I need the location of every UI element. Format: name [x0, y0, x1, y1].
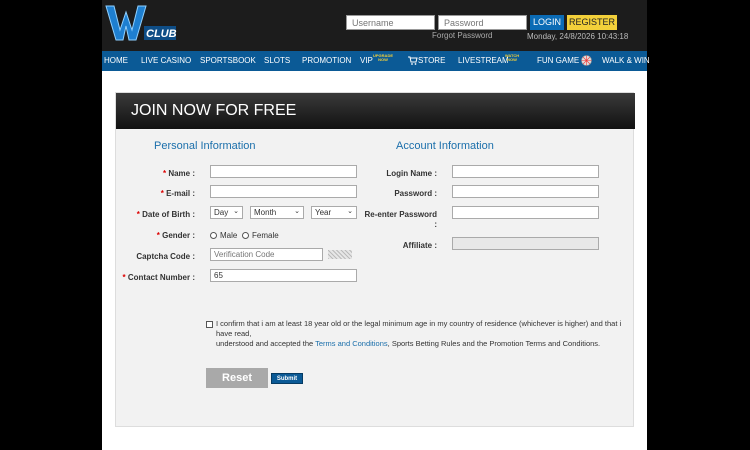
header: CLUB LOGIN REGISTER Forgot Password Mond…	[102, 0, 647, 51]
reenter-password-field[interactable]	[452, 206, 599, 219]
dob-month-select[interactable]: Month ⌄	[250, 206, 304, 219]
captcha-field[interactable]	[210, 248, 323, 261]
login-name-field[interactable]	[452, 165, 599, 178]
login-button[interactable]: LOGIN	[530, 15, 564, 30]
chevron-down-icon: ⌄	[233, 208, 239, 215]
cart-icon	[408, 56, 418, 66]
vip-upgrade-tag: UPGRADE NOW	[373, 53, 394, 62]
terms-checkbox[interactable]	[206, 321, 213, 328]
site-logo[interactable]: CLUB	[104, 4, 178, 44]
contact-label: * Contact Number :	[122, 273, 195, 282]
chevron-down-icon: ⌄	[347, 208, 353, 215]
nav-home[interactable]: HOME	[104, 51, 128, 71]
nav-store[interactable]: STORE	[408, 51, 445, 71]
account-password-label: Password :	[394, 189, 437, 198]
name-label: * Name :	[162, 169, 195, 178]
affiliate-label: Affiliate :	[402, 241, 437, 250]
nav-promotion[interactable]: PROMOTION	[302, 51, 351, 71]
captcha-image	[328, 250, 352, 259]
nav-walk-win[interactable]: WALK & WIN	[602, 51, 650, 71]
gender-female-radio[interactable]	[242, 232, 249, 239]
terms-text: I confirm that i am at least 18 year old…	[216, 319, 622, 348]
password-input[interactable]	[438, 15, 527, 30]
register-button[interactable]: REGISTER	[567, 15, 617, 30]
gender-male-radio[interactable]	[210, 232, 217, 239]
captcha-label: Captcha Code :	[136, 252, 195, 261]
dob-day-select[interactable]: Day ⌄	[210, 206, 243, 219]
logo-text: CLUB	[146, 28, 177, 40]
account-info-title: Account Information	[396, 140, 494, 152]
email-field[interactable]	[210, 185, 357, 198]
reenter-password-label: Re-enter Password	[364, 210, 437, 219]
datetime-display: Monday, 24/8/2026 10:43:18	[527, 32, 629, 41]
wheel-icon	[581, 55, 593, 67]
contact-number-field[interactable]	[210, 269, 357, 282]
livestream-watch-tag: WATCH NOW	[504, 53, 520, 62]
registration-form: JOIN NOW FOR FREE Personal Information A…	[115, 92, 635, 427]
gender-label: * Gender :	[156, 231, 195, 240]
page: CLUB LOGIN REGISTER Forgot Password Mond…	[102, 0, 650, 450]
content-area: JOIN NOW FOR FREE Personal Information A…	[102, 71, 647, 450]
nav-sportsbook[interactable]: SPORTSBOOK	[200, 51, 256, 71]
join-banner: JOIN NOW FOR FREE	[116, 93, 635, 129]
reenter-password-colon: :	[434, 220, 437, 229]
personal-info-title: Personal Information	[154, 140, 256, 152]
female-label: Female	[252, 231, 279, 240]
nav-slots[interactable]: SLOTS	[264, 51, 290, 71]
nav-live-casino[interactable]: LIVE CASINO	[141, 51, 191, 71]
nav-fun-game-label: FUN GAME	[537, 56, 580, 65]
dob-year-select[interactable]: Year ⌄	[311, 206, 357, 219]
nav-fun-game[interactable]: FUN GAME	[537, 51, 593, 71]
name-field[interactable]	[210, 165, 357, 178]
nav-vip[interactable]: VIP	[360, 51, 373, 71]
email-label: * E-mail :	[160, 189, 195, 198]
main-nav: HOME LIVE CASINO SPORTSBOOK SLOTS PROMOT…	[102, 51, 650, 71]
nav-store-label: STORE	[418, 56, 446, 65]
reset-button[interactable]: Reset	[206, 368, 268, 388]
username-input[interactable]	[346, 15, 435, 30]
male-label: Male	[220, 231, 238, 240]
dob-label: * Date of Birth :	[136, 210, 195, 219]
login-name-label: Login Name :	[386, 169, 437, 178]
chevron-down-icon: ⌄	[294, 208, 300, 215]
account-password-field[interactable]	[452, 185, 599, 198]
terms-link[interactable]: Terms and Conditions	[315, 339, 388, 348]
submit-button[interactable]: Submit	[271, 373, 303, 384]
affiliate-field	[452, 237, 599, 250]
forgot-password-link[interactable]: Forgot Password	[432, 31, 492, 40]
